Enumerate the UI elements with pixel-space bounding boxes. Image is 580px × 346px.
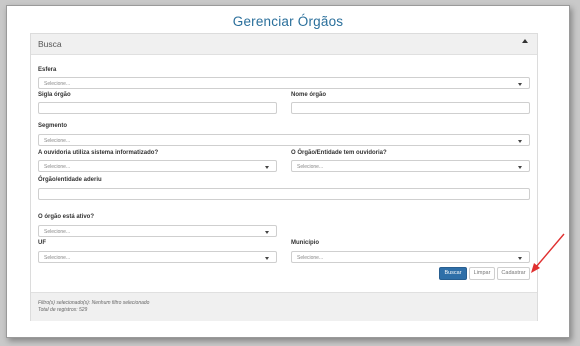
chevron-down-icon (265, 230, 269, 234)
search-panel-header[interactable]: Busca (31, 34, 537, 55)
limpar-button[interactable]: Limpar (469, 267, 495, 280)
total-records-text: Total de registros: 529 (38, 307, 88, 313)
municipio-select[interactable]: Selecione... (291, 251, 530, 263)
chevron-down-icon (265, 256, 269, 260)
uf-select[interactable]: Selecione... (38, 251, 277, 263)
results-footer: Filtro(s) selecionado(s): Nenhum filtro … (31, 292, 537, 321)
sistema-placeholder: Selecione... (44, 163, 71, 170)
municipio-label: Município (291, 240, 319, 246)
aderiu-input[interactable] (38, 188, 530, 200)
segmento-label: Segmento (38, 123, 68, 129)
esfera-label: Esfera (38, 67, 57, 73)
ativo-label: O órgão está ativo? (38, 214, 95, 220)
chevron-down-icon (265, 165, 269, 169)
tem-ouvidoria-select[interactable]: Selecione... (291, 160, 530, 172)
search-panel: Busca Esfera Selecione... Sigla órgão No… (30, 33, 538, 321)
aderiu-label: Órgão/entidade aderiu (38, 177, 102, 183)
municipio-placeholder: Selecione... (297, 254, 324, 261)
sigla-label: Sigla órgão (38, 92, 71, 98)
chevron-down-icon (518, 165, 522, 169)
uf-placeholder: Selecione... (44, 254, 71, 261)
segmento-select[interactable]: Selecione... (38, 134, 530, 146)
ativo-placeholder: Selecione... (44, 228, 71, 235)
ativo-select[interactable]: Selecione... (38, 225, 277, 237)
chevron-down-icon (518, 139, 522, 143)
buscar-button[interactable]: Buscar (439, 267, 467, 280)
nome-input[interactable] (291, 102, 530, 114)
esfera-placeholder: Selecione... (44, 80, 71, 87)
sistema-select[interactable]: Selecione... (38, 160, 277, 172)
esfera-select[interactable]: Selecione... (38, 77, 530, 89)
nome-label: Nome órgão (291, 92, 327, 98)
tem-ouvidoria-placeholder: Selecione... (297, 163, 324, 170)
tem-ouvidoria-label: O Órgão/Entidade tem ouvidoria? (291, 150, 387, 156)
cadastrar-button[interactable]: Cadastrar (497, 267, 530, 280)
search-panel-title: Busca (38, 39, 62, 49)
segmento-placeholder: Selecione... (44, 137, 71, 144)
collapse-caret-icon[interactable] (522, 39, 528, 43)
page-title: Gerenciar Órgãos (232, 14, 344, 29)
chevron-down-icon (518, 82, 522, 86)
uf-label: UF (38, 240, 46, 246)
selected-filters-text: Filtro(s) selecionado(s): Nenhum filtro … (38, 300, 150, 306)
annotation-arrow-icon (531, 233, 565, 273)
window-frame: Gerenciar Órgãos Busca Esfera Selecione.… (6, 5, 570, 338)
chevron-down-icon (518, 256, 522, 260)
sistema-label: A ouvidoria utiliza sistema informatizad… (38, 150, 159, 156)
sigla-input[interactable] (38, 102, 277, 114)
